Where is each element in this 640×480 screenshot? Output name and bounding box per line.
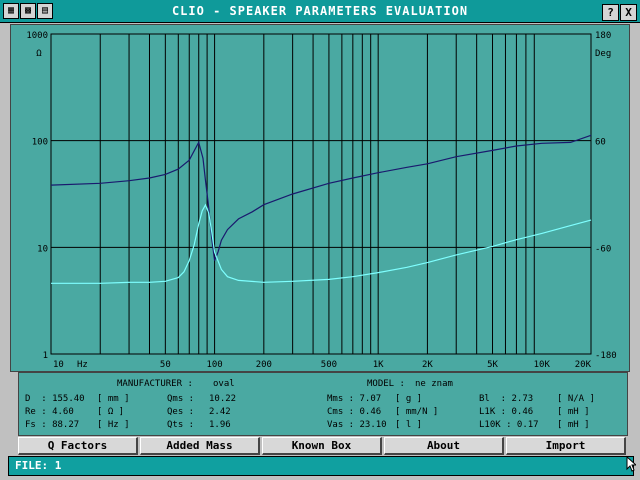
plot-panel: 10 50 100 200 500 1K 2K 5K 10K 20K Hz 1000 100 10 1 180… [10,24,630,372]
x-tick-label: 2K [422,360,433,370]
x-tick-label: 1K [373,360,384,370]
y-left-tick-label: 100 [32,138,48,148]
x-unit-label: Hz [77,360,88,370]
y-left-tick-label: 1 [43,351,48,361]
status-text: FILE: 1 [15,459,62,472]
y-right-tick-label: 60 [595,138,606,148]
parameter-cell: Qms : [167,394,195,404]
parameter-cell: D : 155.40 [25,394,85,404]
x-tick-label: 5K [487,360,498,370]
parameter-cell: Bl : 2.73 [479,394,534,404]
parameter-cell: [ mH ] [557,407,590,417]
x-tick-label: 20K [575,360,592,370]
parameter-cell: [ l ] [395,420,423,430]
parameter-cell: 10.22 [209,394,237,404]
parameter-cell: Qes : [167,407,195,417]
manufacturer-label: MANUFACTURER : [117,379,193,389]
parameter-cell: [ mm/N ] [395,407,439,417]
parameter-cell: L1K : 0.46 [479,407,534,417]
q-factors-button[interactable]: Q Factors [18,437,138,455]
parameter-cell: 2.42 [209,407,231,417]
x-tick-label: 10 [53,360,64,370]
title-bar: ▦ ▩ ▤ CLIO - SPEAKER PARAMETERS EVALUATI… [0,0,640,23]
y-left-tick-label: 1000 [26,31,48,41]
parameter-cell: Mms : 7.07 [327,394,382,404]
mouse-pointer-icon [626,456,636,472]
window-title: CLIO - SPEAKER PARAMETERS EVALUATION [171,4,469,18]
parameter-cell: Cms : 0.46 [327,407,382,417]
parameter-panel: MANUFACTURER : oval MODEL : ne znam D : … [18,372,628,436]
y-right-tick-label: -60 [595,244,611,254]
parameter-cell: [ Hz ] [97,420,130,430]
plot-area [50,33,592,355]
parameter-cell: Fs : 88.27 [25,420,80,430]
parameter-cell: [ mH ] [557,420,590,430]
parameter-cell: [ N/A ] [557,394,595,404]
known-box-button[interactable]: Known Box [262,437,382,455]
close-button[interactable]: X [620,4,637,21]
y-left-tick-label: 10 [37,244,48,254]
status-bar: FILE: 1 [8,456,634,476]
manufacturer-value: oval [213,379,235,389]
button-row: Q Factors Added Mass Known Box About Imp… [18,437,626,455]
parameter-cell: 1.96 [209,420,231,430]
parameter-cell: L10K : 0.17 [479,420,539,430]
y-right-axis-label: Deg [595,49,611,59]
model-label: MODEL : [367,379,405,389]
x-tick-label: 10K [534,360,551,370]
x-tick-label: 200 [256,360,272,370]
x-tick-label: 100 [206,360,222,370]
import-button[interactable]: Import [506,437,626,455]
about-button[interactable]: About [384,437,504,455]
parameter-cell: Qts : [167,420,195,430]
parameter-cell: Vas : 23.10 [327,420,387,430]
parameter-cell: [ Ω ] [97,407,125,417]
y-right-tick-label: -180 [595,351,617,361]
y-right-tick-label: 180 [595,31,611,41]
parameter-cell: [ g ] [395,394,423,404]
x-tick-label: 500 [321,360,337,370]
help-button[interactable]: ? [602,4,619,21]
x-tick-label: 50 [160,360,171,370]
y-left-axis-label: Ω [36,49,42,59]
main-window: ▦ ▩ ▤ CLIO - SPEAKER PARAMETERS EVALUATI… [0,0,640,480]
parameter-cell: Re : 4.60 [25,407,74,417]
model-value: ne znam [415,379,453,389]
added-mass-button[interactable]: Added Mass [140,437,260,455]
impedance-phase-chart: 10 50 100 200 500 1K 2K 5K 10K 20K Hz 1000 100 10 1 180… [26,31,617,370]
parameter-cell: [ mm ] [97,394,130,404]
